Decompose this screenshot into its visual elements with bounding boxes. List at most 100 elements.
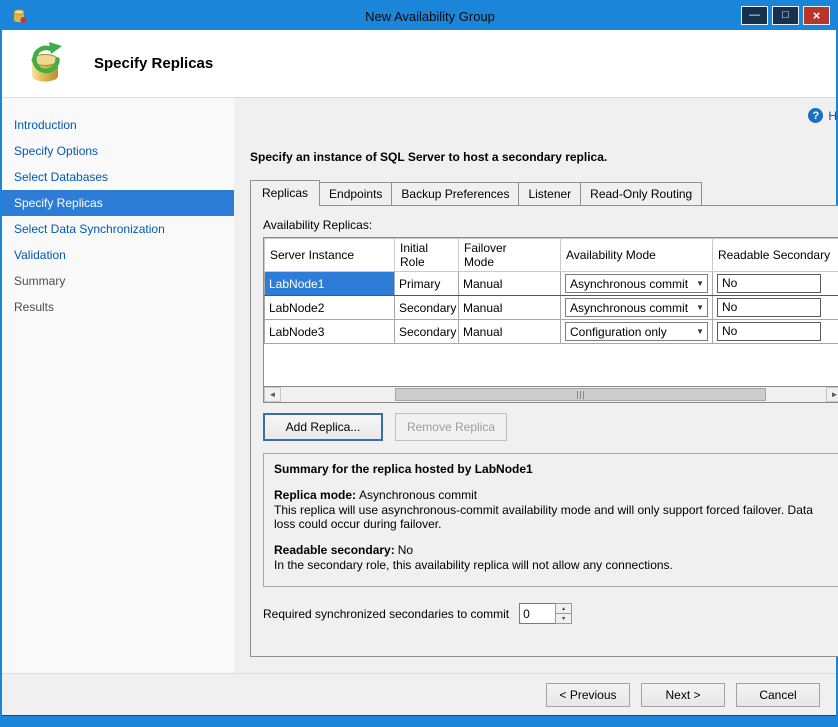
app-icon [10,7,28,25]
availability-mode-value: Asynchronous commit [570,277,688,291]
table-row-labnode2[interactable]: LabNode2 Secondary Manual Asynchronous c… [265,296,838,320]
add-replica-button[interactable]: Add Replica... [263,413,383,441]
cell-initial-role: Secondary [395,296,459,320]
col-availability-mode[interactable]: Availability Mode [561,239,713,272]
readable-secondary-dropdown[interactable]: No [717,274,821,293]
cell-failover-mode: Manual [459,320,561,344]
scrollbar-grip [580,391,581,399]
window-frame-bottom [2,715,836,725]
nav-select-databases[interactable]: Select Databases [2,164,234,190]
col-initial-role[interactable]: Initial Role [395,239,459,272]
availability-mode-value: Configuration only [570,325,667,339]
chevron-down-icon: ▼ [696,327,704,336]
required-secondaries-row: Required synchronized secondaries to com… [263,603,838,624]
minimize-button[interactable]: — [741,6,768,25]
readable-secondary-dropdown[interactable]: No [717,322,821,341]
cell-initial-role: Secondary [395,320,459,344]
scroll-right-icon: ► [831,390,838,399]
spin-down-button[interactable]: ▼ [555,614,572,624]
table-row-labnode3[interactable]: LabNode3 Secondary Manual Configuration … [265,320,838,344]
cell-failover-mode: Manual [459,272,561,296]
cell-server-instance[interactable]: LabNode3 [265,320,395,344]
replica-mode-description: This replica will use asynchronous-commi… [274,503,833,531]
availability-mode-dropdown[interactable]: Asynchronous commit ▼ [565,298,708,317]
wizard-footer: < Previous Next > Cancel [2,673,836,715]
required-secondaries-spinner[interactable]: ▲ ▼ [519,603,572,624]
availability-mode-value: Asynchronous commit [570,301,688,315]
replicas-grid-viewport: Server Instance Initial Role Failover Mo… [264,238,838,386]
readable-secondary-value: No [398,543,413,557]
table-row-labnode1[interactable]: LabNode1 Primary Manual Asynchronous com… [265,272,838,296]
replicas-table: Server Instance Initial Role Failover Mo… [264,238,838,344]
replica-mode-value: Asynchronous commit [359,488,477,502]
chevron-down-icon: ▼ [696,279,704,288]
wizard-window: New Availability Group — □ × [0,0,838,727]
tab-endpoints[interactable]: Endpoints [319,182,392,205]
help-link[interactable]: ? Help [808,108,838,123]
close-icon: × [813,9,821,22]
tab-read-only-routing[interactable]: Read-Only Routing [580,182,702,205]
readable-secondary-dropdown[interactable]: No [717,298,821,317]
page-title: Specify Replicas [94,55,213,72]
readable-secondary-description: In the secondary role, this availability… [274,558,833,572]
spinner-arrows: ▲ ▼ [555,603,572,624]
page-content: ? Help Specify an instance of SQL Server… [234,98,838,673]
col-readable-secondary[interactable]: Readable Secondary [713,239,838,272]
table-header-row: Server Instance Initial Role Failover Mo… [265,239,838,272]
window-controls: — □ × [741,6,830,25]
scrollbar-grip [577,391,578,399]
instruction-text: Specify an instance of SQL Server to hos… [250,150,838,164]
availability-group-icon [22,41,68,87]
spin-up-button[interactable]: ▲ [555,603,572,614]
close-button[interactable]: × [803,6,830,25]
availability-mode-dropdown[interactable]: Asynchronous commit ▼ [565,274,708,293]
replica-mode-label: Replica mode: [274,488,356,502]
replica-summary-box: Summary for the replica hosted by LabNod… [263,453,838,587]
titlebar[interactable]: New Availability Group — □ × [2,2,836,30]
scroll-left-button[interactable]: ◄ [264,387,281,402]
required-secondaries-label: Required synchronized secondaries to com… [263,607,509,621]
tab-replicas[interactable]: Replicas [250,180,320,205]
horizontal-scrollbar[interactable]: ◄ ► [264,386,838,402]
chevron-down-icon: ▼ [696,303,704,312]
wizard-header: Specify Replicas [2,30,836,98]
col-failover-mode[interactable]: Failover Mode [459,239,561,272]
nav-specify-replicas[interactable]: Specify Replicas [2,190,234,216]
tab-listener[interactable]: Listener [518,182,581,205]
nav-select-data-synchronization[interactable]: Select Data Synchronization [2,216,234,242]
scrollbar-grip [583,391,584,399]
scrollbar-thumb[interactable] [395,388,766,401]
next-button[interactable]: Next > [641,683,725,707]
maximize-icon: □ [782,10,789,21]
minimize-icon: — [749,10,760,21]
help-icon: ? [808,108,823,123]
nav-results: Results [2,294,234,320]
nav-validation[interactable]: Validation [2,242,234,268]
replicas-grid: Server Instance Initial Role Failover Mo… [263,237,838,403]
replicas-tab-panel: Availability Replicas: Server Instance I… [250,205,838,657]
cell-server-instance[interactable]: LabNode1 [265,272,395,296]
spin-up-icon: ▲ [561,606,566,612]
nav-specify-options[interactable]: Specify Options [2,138,234,164]
cancel-button[interactable]: Cancel [736,683,820,707]
cell-server-instance[interactable]: LabNode2 [265,296,395,320]
maximize-button[interactable]: □ [772,6,799,25]
availability-mode-dropdown[interactable]: Configuration only ▼ [565,322,708,341]
readable-secondary-label: Readable secondary: [274,543,395,557]
required-secondaries-input[interactable] [519,603,555,624]
summary-title: Summary for the replica hosted by LabNod… [274,462,833,476]
cell-failover-mode: Manual [459,296,561,320]
scroll-left-icon: ◄ [269,390,277,399]
nav-introduction[interactable]: Introduction [2,112,234,138]
remove-replica-button: Remove Replica [395,413,507,441]
previous-button[interactable]: < Previous [546,683,630,707]
scrollbar-track[interactable] [281,387,826,402]
wizard-steps-nav: Introduction Specify Options Select Data… [2,98,234,673]
scroll-right-button[interactable]: ► [826,387,838,402]
nav-summary: Summary [2,268,234,294]
tab-strip: Replicas Endpoints Backup Preferences Li… [250,180,838,205]
col-server-instance[interactable]: Server Instance [265,239,395,272]
availability-replicas-label: Availability Replicas: [263,218,838,232]
help-label: Help [828,109,838,123]
tab-backup-preferences[interactable]: Backup Preferences [391,182,519,205]
